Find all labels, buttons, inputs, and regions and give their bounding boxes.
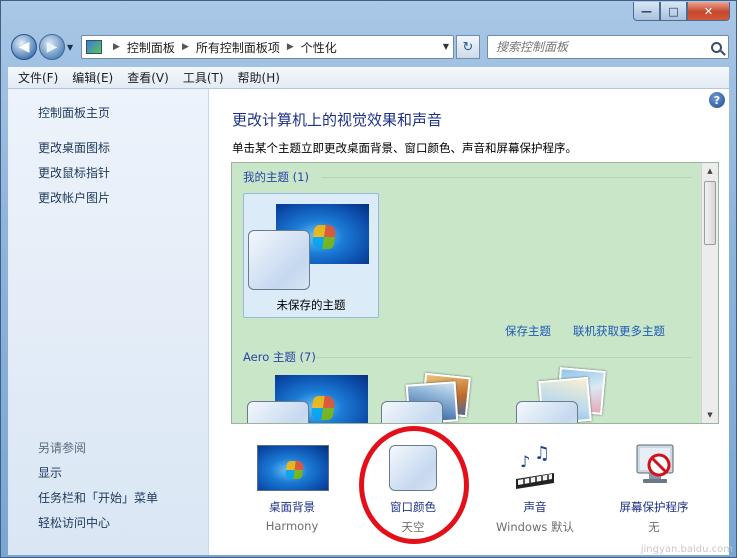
sound-value: Windows 默认 <box>496 520 574 534</box>
screensaver-value: 无 <box>648 520 660 534</box>
search-box[interactable] <box>487 35 729 59</box>
menu-bar: 文件(F) 编辑(E) 查看(V) 工具(T) 帮助(H) <box>8 67 729 89</box>
recent-pages-dropdown[interactable]: ▼ <box>67 43 73 52</box>
help-icon[interactable]: ? <box>709 92 725 108</box>
highlight-circle <box>359 426 469 544</box>
personalization-window: — □ ✕ ◀ ▶ ▼ ▶ 控制面板 ▶ 所有控制面板项 ▶ 个性化 ▼ ↻ 文… <box>0 0 737 558</box>
desktop-background-value: Harmony <box>265 519 319 533</box>
refresh-button[interactable]: ↻ <box>456 35 480 59</box>
page-title: 更改计算机上的视觉效果和声音 <box>232 111 443 129</box>
theme-list-scrollbar[interactable]: ▲ ▼ <box>701 163 718 423</box>
menu-file[interactable]: 文件(F) <box>18 69 58 86</box>
scroll-thumb[interactable] <box>704 181 716 245</box>
get-more-themes-link[interactable]: 联机获取更多主题 <box>573 323 665 339</box>
svg-text:♫: ♫ <box>534 443 550 464</box>
aero-theme-windows7[interactable] <box>243 375 368 423</box>
menu-help[interactable]: 帮助(H) <box>238 69 280 86</box>
see-also-heading: 另请参阅 <box>38 441 87 455</box>
close-button[interactable]: ✕ <box>687 2 730 21</box>
search-icon[interactable] <box>711 41 722 53</box>
ease-of-access-link[interactable]: 轻松访问中心 <box>38 514 110 531</box>
taskbar-start-menu-link[interactable]: 任务栏和「开始」菜单 <box>38 489 158 506</box>
main-pane: ? 更改计算机上的视觉效果和声音 单击某个主题立即更改桌面背景、窗口颜色、声音和… <box>209 89 729 555</box>
page-description: 单击某个主题立即更改桌面背景、窗口颜色、声音和屏幕保护程序。 <box>232 141 577 155</box>
screensaver-label: 屏幕保护程序 <box>619 500 689 514</box>
unsaved-theme-card[interactable]: 未保存的主题 <box>243 193 379 318</box>
menu-view[interactable]: 查看(V) <box>127 69 169 86</box>
my-themes-heading: 我的主题 (1) <box>243 170 309 184</box>
unsaved-theme-label: 未保存的主题 <box>276 298 346 312</box>
address-bar[interactable]: ▶ 控制面板 ▶ 所有控制面板项 ▶ 个性化 ▼ <box>81 35 454 59</box>
scroll-down-icon[interactable]: ▼ <box>702 407 718 423</box>
control-panel-home-link[interactable]: 控制面板主页 <box>38 104 110 121</box>
navigation-bar: ◀ ▶ ▼ ▶ 控制面板 ▶ 所有控制面板项 ▶ 个性化 ▼ ↻ <box>1 31 736 63</box>
theme-color-swatch <box>247 401 309 423</box>
menu-tools[interactable]: 工具(T) <box>183 69 224 86</box>
display-link[interactable]: 显示 <box>38 464 62 481</box>
aero-theme-characters[interactable] <box>512 367 606 423</box>
group-divider <box>322 177 692 178</box>
svg-text:♪: ♪ <box>520 452 530 471</box>
screensaver-icon <box>636 444 674 483</box>
save-theme-link[interactable]: 保存主题 <box>505 323 551 339</box>
watermark: jingyan.baidu.com <box>640 544 733 555</box>
minimize-button[interactable]: — <box>633 2 660 21</box>
breadcrumb-separator[interactable]: ▶ <box>287 42 294 52</box>
breadcrumb-separator[interactable]: ▶ <box>113 42 120 52</box>
title-bar: — □ ✕ <box>1 1 736 29</box>
menu-edit[interactable]: 编辑(E) <box>72 69 113 86</box>
theme-color-swatch <box>248 230 310 290</box>
wallpaper-icon <box>257 445 329 491</box>
scroll-up-icon[interactable]: ▲ <box>702 163 718 179</box>
forward-button[interactable]: ▶ <box>39 34 65 60</box>
aero-themes-heading: Aero 主题 (7) <box>243 350 316 364</box>
change-account-picture-link[interactable]: 更改帐户图片 <box>38 189 110 206</box>
address-dropdown-icon[interactable]: ▼ <box>443 42 449 51</box>
breadcrumb-all-items[interactable]: 所有控制面板项 <box>196 39 280 56</box>
desktop-background-label: 桌面背景 <box>269 500 315 514</box>
aero-theme-architecture[interactable] <box>377 372 471 423</box>
sound-icon: ♪ ♫ <box>516 443 554 489</box>
search-input[interactable] <box>496 40 696 54</box>
control-panel-icon <box>86 40 102 54</box>
maximize-button[interactable]: □ <box>660 2 687 21</box>
back-button[interactable]: ◀ <box>11 34 37 60</box>
task-pane: 控制面板主页 更改桌面图标 更改鼠标指针 更改帐户图片 另请参阅 显示 任务栏和… <box>8 89 209 555</box>
breadcrumb-separator[interactable]: ▶ <box>182 42 189 52</box>
sound-label: 声音 <box>523 500 547 514</box>
theme-color-swatch <box>381 401 443 423</box>
change-mouse-pointers-link[interactable]: 更改鼠标指针 <box>38 164 110 181</box>
theme-list: 我的主题 (1) 未保存的主题 保存主题 联机获取更多主题 Aero 主题 (7… <box>231 162 719 424</box>
breadcrumb-personalization[interactable]: 个性化 <box>301 39 337 56</box>
theme-color-swatch <box>516 401 578 423</box>
change-desktop-icons-link[interactable]: 更改桌面图标 <box>38 139 110 156</box>
breadcrumb-control-panel[interactable]: 控制面板 <box>127 39 175 56</box>
caption-buttons: — □ ✕ <box>633 2 730 21</box>
group-divider <box>316 357 692 358</box>
